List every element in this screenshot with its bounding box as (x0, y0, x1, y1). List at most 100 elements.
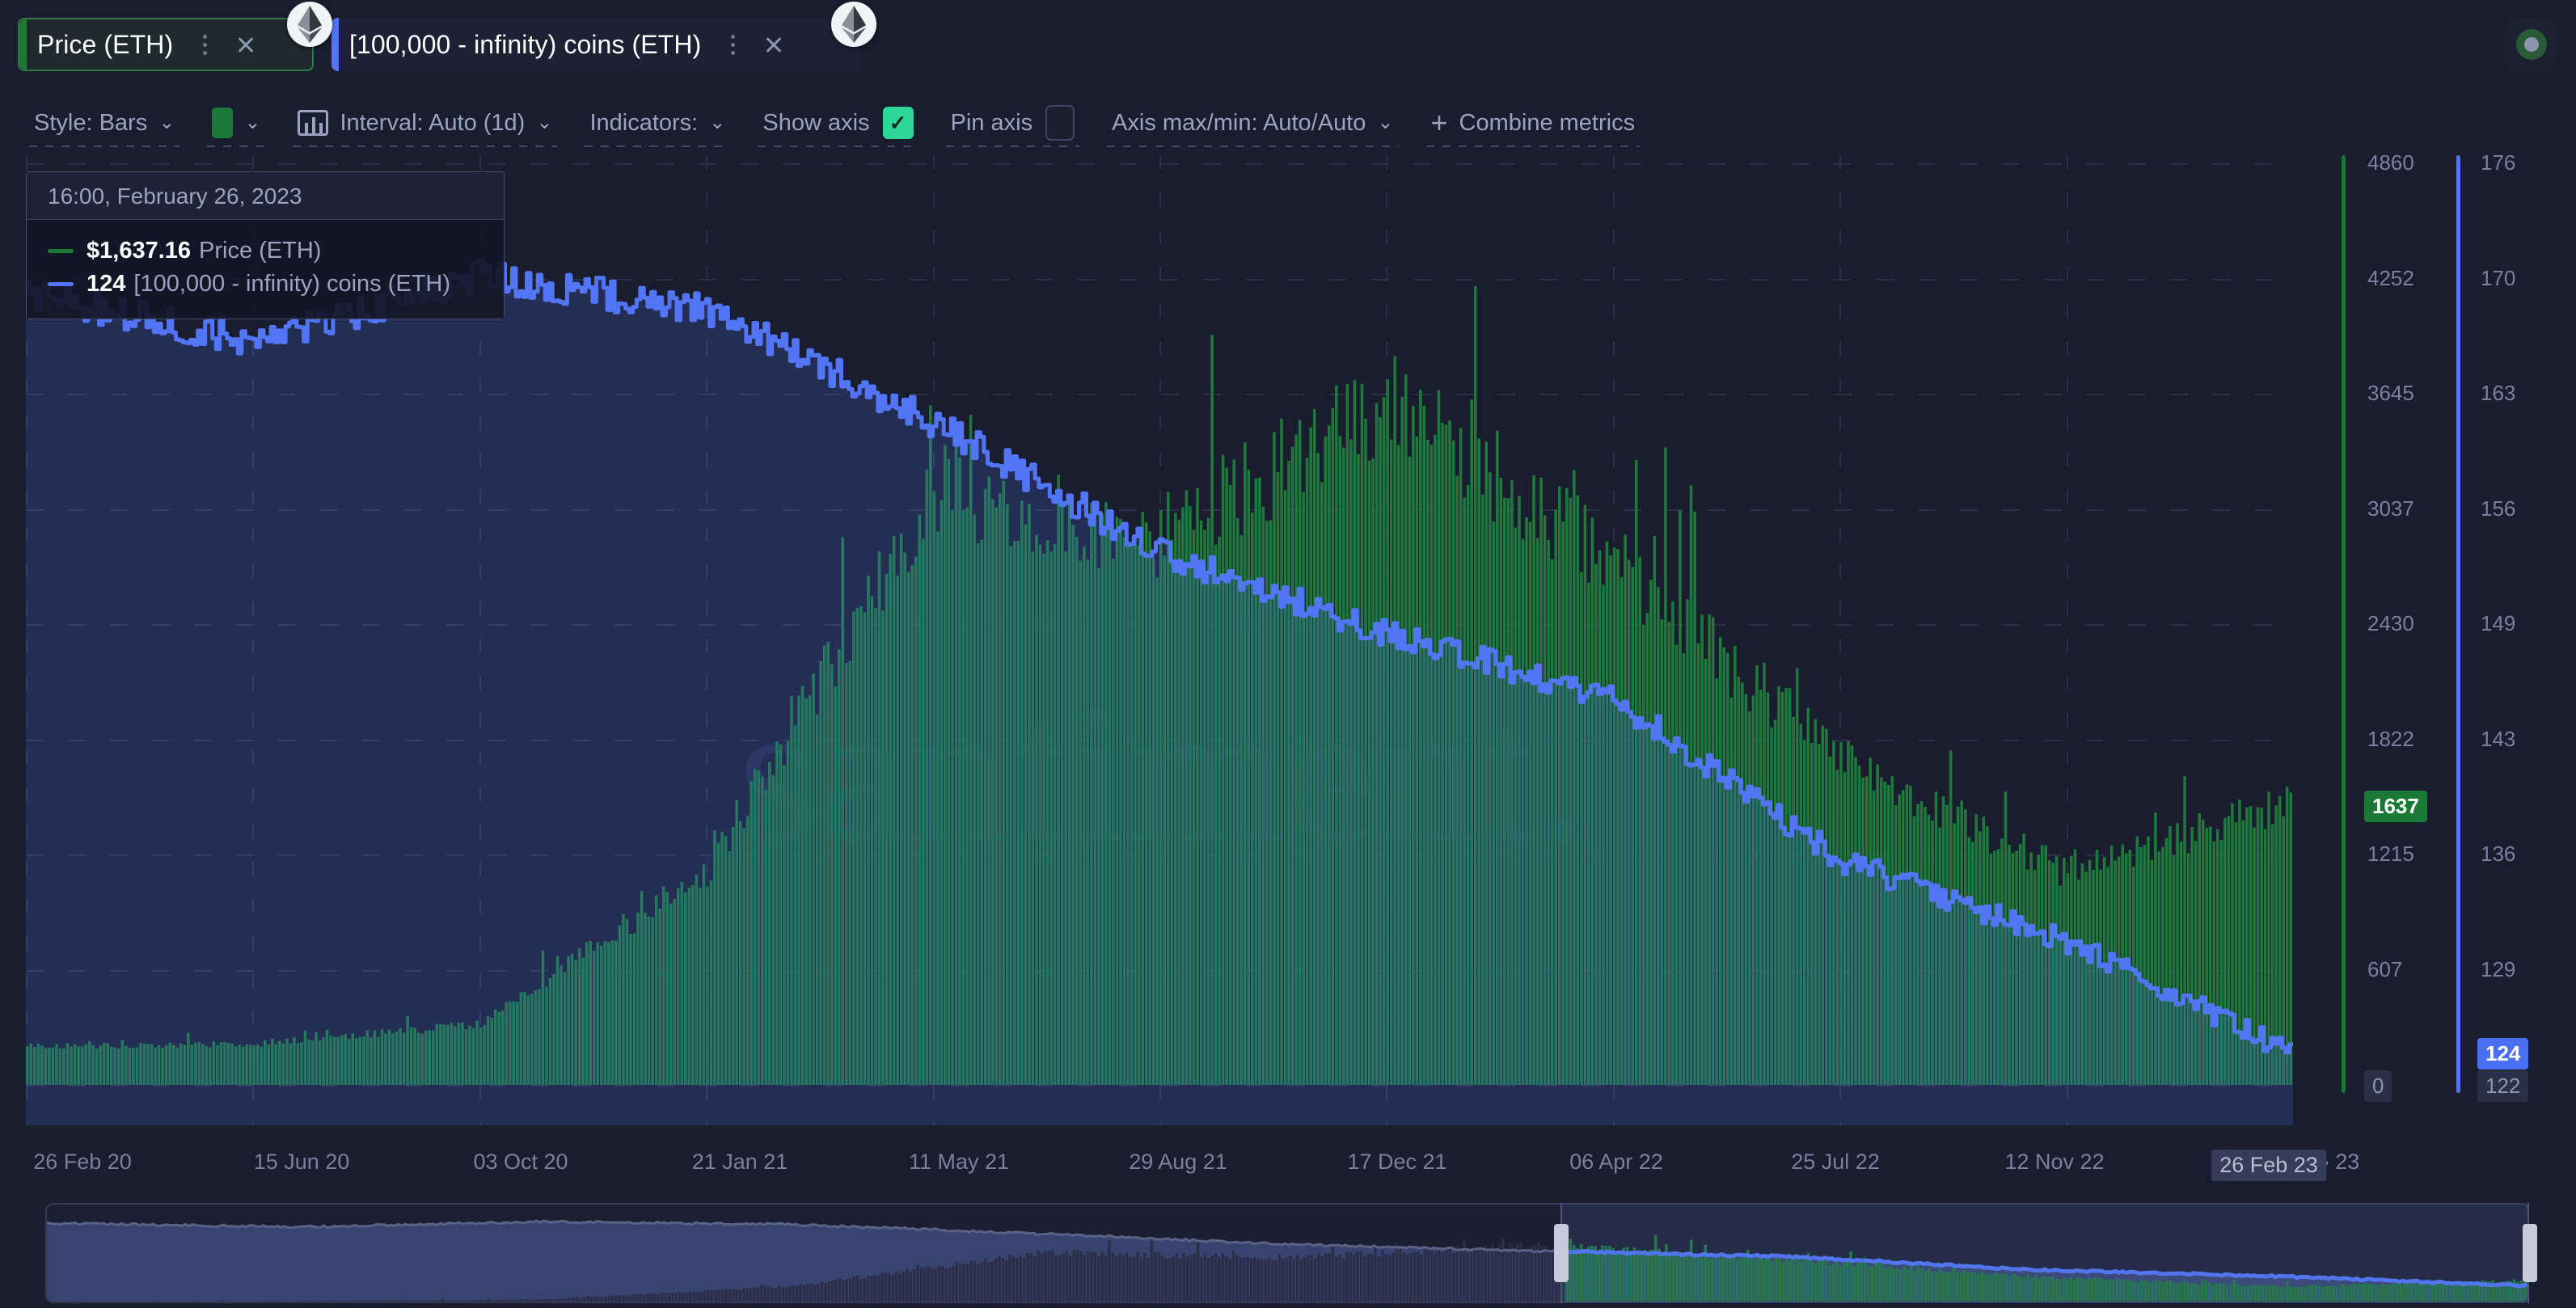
x-axis-cursor-label: 26 Feb 23 (2211, 1150, 2326, 1181)
tooltip-date: 16:00, February 26, 2023 (27, 172, 504, 220)
chevron-down-icon: ⌄ (1377, 112, 1394, 133)
price-tick-label: 4860 (2367, 155, 2414, 175)
color-dropdown[interactable]: ⌄ (199, 102, 273, 147)
x-axis[interactable]: › 23 26 Feb 23 26 Feb 20 15 Jun 20 03 Oct … (0, 1140, 2576, 1182)
dashed-underline (758, 146, 918, 147)
holders-tick-label: 156 (2481, 496, 2516, 521)
dashed-underline (293, 146, 558, 147)
holders-tick-label: 149 (2481, 611, 2516, 635)
x-axis-tick-label: 03 Oct 20 (473, 1150, 568, 1174)
chevron-down-icon: ⌄ (244, 112, 261, 133)
dashed-underline (29, 146, 180, 147)
holders-tick-label: 176 (2481, 155, 2516, 175)
chart-toolbar: Style: Bars ⌄ ⌄ Interval: Auto (1d) ⌄ In… (0, 91, 2576, 155)
close-icon[interactable] (230, 28, 262, 61)
tab-bar: Price (ETH) [100,000 - infinity) coins (… (0, 0, 2576, 91)
show-axis-label: Show axis (762, 109, 870, 136)
holders-tick-label: 129 (2481, 956, 2516, 981)
x-axis-tick-label: 29 Aug 21 (1129, 1150, 1227, 1174)
price-axis-line (2342, 155, 2346, 1093)
axis-minmax-dropdown[interactable]: Axis max/min: Auto/Auto ⌄ (1099, 102, 1406, 147)
chart-navigator[interactable] (0, 1182, 2576, 1308)
ring-glyph (2516, 29, 2547, 60)
dashed-underline (945, 146, 1080, 147)
chevron-down-icon: ⌄ (158, 112, 175, 133)
show-axis-toggle[interactable]: Show axis ✓ (750, 102, 926, 147)
color-swatch (212, 108, 234, 138)
close-icon[interactable] (758, 28, 790, 61)
x-axis-tick-label: 26 Feb 20 (33, 1150, 132, 1174)
chevron-down-icon: ⌄ (709, 112, 726, 133)
tooltip-row: $1,637.16 Price (ETH) (48, 238, 486, 264)
pin-axis-label: Pin axis (950, 109, 1033, 136)
price-tick-label: 1822 (2367, 726, 2414, 751)
tab-label: [100,000 - infinity) coins (ETH) (349, 29, 702, 59)
x-axis-tick-label: 25 Jul 22 (1791, 1150, 1880, 1174)
price-current-badge: 1637 (2364, 791, 2427, 823)
style-label: Style: Bars (34, 109, 148, 136)
indicators-label: Indicators: (589, 109, 699, 136)
tooltip-value: 124 (87, 271, 126, 297)
chart-tooltip: 16:00, February 26, 2023 $1,637.16 Price … (26, 171, 505, 319)
price-tick-label: 3645 (2367, 381, 2414, 405)
pin-axis-toggle[interactable]: Pin axis (938, 102, 1088, 147)
tab-accent-bar (19, 19, 27, 70)
x-axis-tick-label: 12 Nov 22 (2004, 1150, 2105, 1174)
price-tick-label: 607 (2367, 956, 2403, 981)
combine-metrics-label: Combine metrics (1459, 109, 1636, 136)
series-color-swatch (48, 249, 74, 253)
x-axis-tick-label: 06 Apr 22 (1569, 1150, 1663, 1174)
series-color-swatch (48, 282, 74, 286)
price-axis[interactable]: 48604252364530372430182212156070 1637 0 (2317, 155, 2439, 1125)
checkbox-checked-icon[interactable]: ✓ (882, 107, 914, 139)
tooltip-rows: $1,637.16 Price (ETH) 124 [100,000 - infini… (27, 220, 504, 319)
metric-tab-holders[interactable]: [100,000 - infinity) coins (ETH) (332, 18, 860, 71)
holders-tick-label: 136 (2481, 842, 2516, 866)
holders-min-badge: 122 (2477, 1070, 2529, 1102)
dashed-underline (207, 146, 266, 147)
x-axis-tick-label: 11 May 21 (908, 1150, 1010, 1174)
dashed-underline (585, 146, 731, 147)
holders-tick-label: 170 (2481, 265, 2516, 290)
navigator-selection[interactable] (1560, 1203, 2529, 1303)
x-axis-trailing-label: › 23 (2321, 1150, 2360, 1174)
x-axis-tick-label: 21 Jan 21 (691, 1150, 788, 1174)
dashed-underline (1425, 146, 1641, 147)
holders-axis-line (2456, 155, 2460, 1093)
holders-tick-label: 143 (2481, 726, 2516, 751)
tab-accent-bar (332, 18, 339, 71)
tab-label: Price (ETH) (37, 29, 174, 59)
bar-interval-icon (298, 110, 329, 136)
chevron-down-icon: ⌄ (536, 112, 553, 133)
axis-minmax-label: Axis max/min: Auto/Auto (1112, 109, 1366, 136)
price-tick-label: 2430 (2367, 611, 2414, 635)
status-indicator-icon[interactable] (2505, 18, 2558, 71)
interval-dropdown[interactable]: Interval: Auto (1d) ⌄ (285, 102, 565, 147)
holders-current-badge: 124 (2477, 1038, 2529, 1070)
price-min-badge: 0 (2364, 1070, 2392, 1102)
tooltip-series-name: Price (ETH) (199, 238, 322, 264)
plus-icon: + (1430, 106, 1448, 139)
navigator-handle-left[interactable] (1554, 1224, 1569, 1282)
dashed-underline (1107, 146, 1399, 147)
x-axis-tick-label: 17 Dec 21 (1347, 1150, 1447, 1174)
style-dropdown[interactable]: Style: Bars ⌄ (21, 102, 188, 147)
x-axis-tick-label: 15 Jun 20 (253, 1150, 350, 1174)
kebab-menu-icon[interactable] (191, 28, 218, 61)
holders-tick-label: 163 (2481, 381, 2516, 405)
indicators-dropdown[interactable]: Indicators: ⌄ (576, 102, 738, 147)
metric-tab-price[interactable]: Price (ETH) (18, 18, 314, 71)
holders-axis[interactable]: 176 170 163 156 149 143 136 129 124 122 (2442, 155, 2576, 1125)
combine-metrics-button[interactable]: + Combine metrics (1418, 102, 1649, 147)
price-tick-label: 1215 (2367, 842, 2414, 866)
navigator-handle-right[interactable] (2523, 1224, 2537, 1282)
tooltip-row: 124 [100,000 - infinity) coins (ETH) (48, 271, 486, 297)
checkbox-unchecked-icon[interactable] (1045, 105, 1075, 141)
tooltip-series-name: [100,000 - infinity) coins (ETH) (133, 271, 451, 297)
kebab-menu-icon[interactable] (719, 28, 746, 61)
interval-label: Interval: Auto (1d) (340, 109, 526, 136)
ethereum-icon (831, 2, 876, 47)
price-tick-label: 3037 (2367, 496, 2414, 521)
ethereum-icon (287, 2, 332, 47)
price-tick-label: 4252 (2367, 265, 2414, 290)
